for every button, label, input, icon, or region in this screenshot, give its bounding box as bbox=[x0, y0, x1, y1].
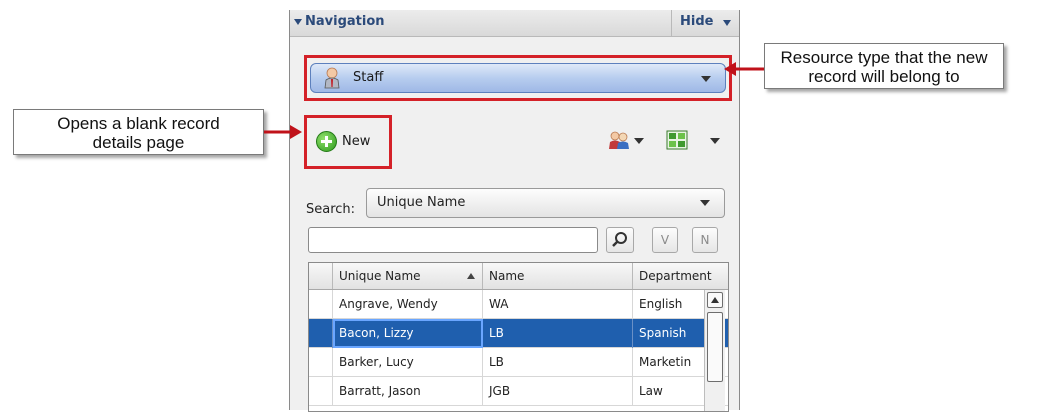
column-header-department[interactable]: Department bbox=[633, 263, 728, 289]
cell-name: WA bbox=[483, 290, 633, 319]
sort-ascending-icon bbox=[467, 273, 475, 279]
new-record-callout: Opens a blank record details page bbox=[13, 109, 264, 155]
cell-department: Marketin bbox=[639, 355, 692, 369]
hide-button[interactable]: Hide bbox=[671, 10, 740, 36]
n-button[interactable]: N bbox=[692, 227, 718, 253]
resource-type-callout: Resource type that the new record will b… bbox=[764, 43, 1004, 89]
navigation-title-label: Navigation bbox=[305, 14, 385, 29]
cell-department: Law bbox=[639, 384, 663, 398]
row-selector[interactable] bbox=[309, 377, 333, 406]
table-row-selected[interactable]: Bacon, Lizzy LB Spanish bbox=[309, 319, 728, 348]
cell-unique-name: Barker, Lucy bbox=[333, 348, 483, 377]
search-field-select[interactable]: Unique Name bbox=[366, 188, 725, 218]
resource-type-select[interactable]: Staff bbox=[310, 63, 726, 93]
column-header-label: Name bbox=[489, 269, 525, 283]
cell-unique-name: Angrave, Wendy bbox=[333, 290, 483, 319]
hide-dropdown-icon bbox=[723, 20, 731, 26]
column-header-name[interactable]: Name bbox=[483, 263, 633, 289]
column-header-label: Department bbox=[639, 269, 712, 283]
navigation-panel: Navigation Hide Staff New Search: Unique… bbox=[289, 10, 740, 412]
table-row[interactable]: Angrave, Wendy WA English bbox=[309, 290, 728, 319]
navigation-header: Navigation Hide bbox=[290, 10, 739, 37]
grid-view-icon[interactable] bbox=[666, 130, 688, 150]
callout-arrow-left bbox=[724, 62, 764, 76]
row-selector-header bbox=[309, 263, 333, 289]
scrollbar-thumb[interactable] bbox=[707, 312, 723, 382]
staff-person-icon bbox=[324, 67, 340, 89]
new-button-label: New bbox=[342, 134, 371, 149]
navigation-title[interactable]: Navigation bbox=[294, 14, 385, 29]
search-button[interactable] bbox=[606, 227, 634, 253]
people-dropdown-icon[interactable] bbox=[634, 138, 644, 144]
callout-line: record will belong to bbox=[808, 67, 960, 86]
vertical-scrollbar[interactable] bbox=[704, 290, 725, 411]
chevron-down-icon bbox=[701, 76, 711, 82]
row-selector[interactable] bbox=[309, 319, 333, 348]
column-header-label: Unique Name bbox=[339, 269, 421, 283]
chevron-down-icon bbox=[700, 200, 710, 206]
row-selector[interactable] bbox=[309, 348, 333, 377]
resource-type-value: Staff bbox=[353, 70, 384, 85]
add-circle-icon bbox=[316, 131, 337, 152]
row-selector[interactable] bbox=[309, 290, 333, 319]
cell-unique-name: Bacon, Lizzy bbox=[333, 319, 483, 348]
callout-arrow-right bbox=[264, 125, 302, 139]
cell-name: JGB bbox=[483, 377, 633, 406]
people-icon[interactable] bbox=[608, 130, 630, 150]
cell-name: LB bbox=[483, 319, 633, 348]
table-row[interactable]: Barker, Lucy LB Marketin bbox=[309, 348, 728, 377]
cell-name: LB bbox=[483, 348, 633, 377]
callout-line: details page bbox=[92, 133, 185, 152]
records-grid: Unique Name Name Department Angrave, Wen… bbox=[308, 262, 729, 412]
callout-line: Resource type that the new bbox=[780, 48, 988, 67]
callout-line: Opens a blank record bbox=[57, 114, 220, 133]
scroll-up-icon bbox=[711, 297, 719, 303]
collapse-triangle-icon bbox=[294, 19, 302, 25]
cell-department: Spanish bbox=[639, 326, 687, 340]
scroll-up-button[interactable] bbox=[707, 292, 723, 308]
cell-department: English bbox=[639, 297, 683, 311]
magnifier-icon bbox=[612, 232, 627, 247]
v-button[interactable]: V bbox=[652, 227, 678, 253]
search-field-value: Unique Name bbox=[377, 195, 466, 210]
column-header-unique-name[interactable]: Unique Name bbox=[333, 263, 483, 289]
cell-unique-name: Barratt, Jason bbox=[333, 377, 483, 406]
grid-dropdown-icon[interactable] bbox=[710, 138, 720, 144]
new-record-button[interactable]: New bbox=[316, 130, 386, 154]
search-label: Search: bbox=[306, 202, 356, 217]
search-input[interactable] bbox=[308, 227, 598, 253]
table-row[interactable]: Barratt, Jason JGB Law bbox=[309, 377, 728, 406]
hide-label: Hide bbox=[680, 14, 714, 29]
grid-header: Unique Name Name Department bbox=[309, 263, 728, 290]
